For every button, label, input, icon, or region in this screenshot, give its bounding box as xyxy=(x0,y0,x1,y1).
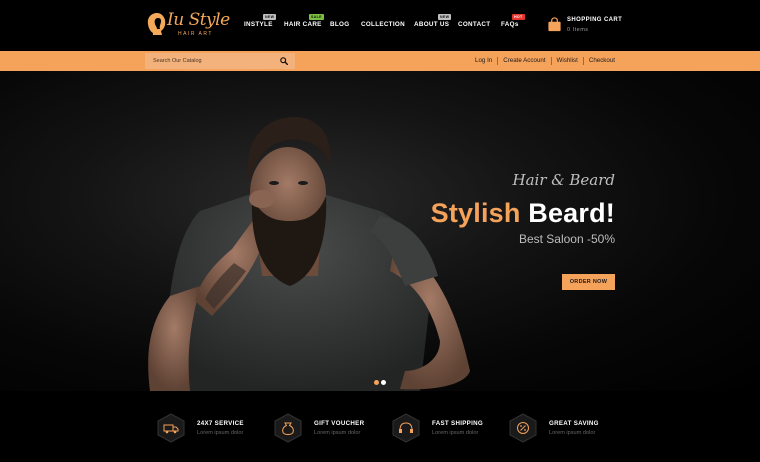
features-strip: 24X7 SERVICE Lorem ipsum dolor GIFT VOUC… xyxy=(0,391,760,462)
logo-script-text: Iu Style xyxy=(167,10,230,30)
feature-subtitle: Lorem ipsum dolor xyxy=(432,430,479,436)
search-box xyxy=(145,53,295,69)
account-links: Log In Create Account Wishlist Checkout xyxy=(470,51,615,71)
slider-dots xyxy=(374,380,386,385)
nav-badge-hot: HOT xyxy=(512,14,525,20)
shopping-bag-icon xyxy=(548,17,561,32)
hero-banner: Hair & Beard Stylish Beard! Best Saloon … xyxy=(0,71,760,391)
feature-title: 24X7 SERVICE xyxy=(197,420,244,427)
nav-item-label: INSTYLE xyxy=(244,21,273,28)
nav-item-label: CONTACT xyxy=(458,21,491,28)
nav-item-label: COLLECTION xyxy=(361,21,405,28)
nav-item-label: FAQs xyxy=(501,21,519,28)
site-logo[interactable]: Iu Style HAIR ART xyxy=(145,9,230,43)
create-account-link[interactable]: Create Account xyxy=(497,57,550,65)
nav-item-label: ABOUT US xyxy=(414,21,450,28)
hero-subtitle: Best Saloon -50% xyxy=(518,232,615,246)
nav-item-about-us[interactable]: NEW ABOUT US xyxy=(414,14,452,28)
feature-subtitle: Lorem ipsum dolor xyxy=(314,430,361,436)
slider-dot-1[interactable] xyxy=(374,380,379,385)
hero-title: Stylish Beard! xyxy=(431,198,615,229)
shopping-cart[interactable]: SHOPPING CART 0 Items xyxy=(547,15,627,37)
nav-badge-new: NEW xyxy=(438,14,452,20)
cart-item-count: 0 Items xyxy=(567,27,589,33)
search-input[interactable] xyxy=(145,53,275,69)
hero-title-accent: Stylish xyxy=(430,198,521,228)
nav-item-label: HAIR CARE xyxy=(284,21,322,28)
nav-item-blog[interactable]: BLOG xyxy=(330,21,349,28)
bearded-man-image xyxy=(148,116,470,391)
site-header: Iu Style HAIR ART NEW INSTYLE SALE HAIR … xyxy=(0,0,760,50)
nav-item-contact[interactable]: CONTACT xyxy=(458,21,490,28)
wishlist-link[interactable]: Wishlist xyxy=(550,57,583,65)
nav-badge-new: NEW xyxy=(263,14,277,20)
checkout-link[interactable]: Checkout xyxy=(582,57,615,65)
nav-item-hair-care[interactable]: SALE HAIR CARE xyxy=(284,14,324,28)
feature-title: GIFT VOUCHER xyxy=(314,420,365,427)
feature-subtitle: Lorem ipsum dolor xyxy=(549,430,596,436)
feature-great-saving: GREAT SAVING Lorem ipsum dolor xyxy=(509,413,624,443)
headset-icon xyxy=(392,413,420,443)
login-link[interactable]: Log In xyxy=(470,57,497,65)
feature-title: GREAT SAVING xyxy=(549,420,599,427)
money-bag-icon xyxy=(274,413,302,443)
woman-silhouette-icon xyxy=(147,13,166,35)
hero-title-rest: Beard! xyxy=(528,198,615,228)
nav-item-label: BLOG xyxy=(330,21,350,28)
cart-title: SHOPPING CART xyxy=(567,17,623,23)
order-now-button[interactable]: ORDER NOW xyxy=(562,274,615,290)
feature-gift-voucher: GIFT VOUCHER Lorem ipsum dolor xyxy=(274,413,389,443)
discount-icon xyxy=(509,413,537,443)
feature-subtitle: Lorem ipsum dolor xyxy=(197,430,244,436)
logo-subtitle: HAIR ART xyxy=(178,31,213,37)
search-icon[interactable] xyxy=(280,57,288,65)
nav-item-collection[interactable]: COLLECTION xyxy=(361,21,405,28)
delivery-truck-icon xyxy=(157,413,185,443)
search-bar-strip: Log In Create Account Wishlist Checkout xyxy=(0,51,760,71)
nav-badge-sale: SALE xyxy=(309,14,324,20)
hero-script-tagline: Hair & Beard xyxy=(512,171,616,189)
feature-fast-shipping: FAST SHIPPING Lorem ipsum dolor xyxy=(392,413,507,443)
nav-item-instyle[interactable]: NEW INSTYLE xyxy=(244,14,277,28)
slider-dot-2[interactable] xyxy=(381,380,386,385)
feature-title: FAST SHIPPING xyxy=(432,420,484,427)
nav-item-faqs[interactable]: HOT FAQs xyxy=(501,14,525,28)
feature-24x7-service: 24X7 SERVICE Lorem ipsum dolor xyxy=(157,413,272,443)
